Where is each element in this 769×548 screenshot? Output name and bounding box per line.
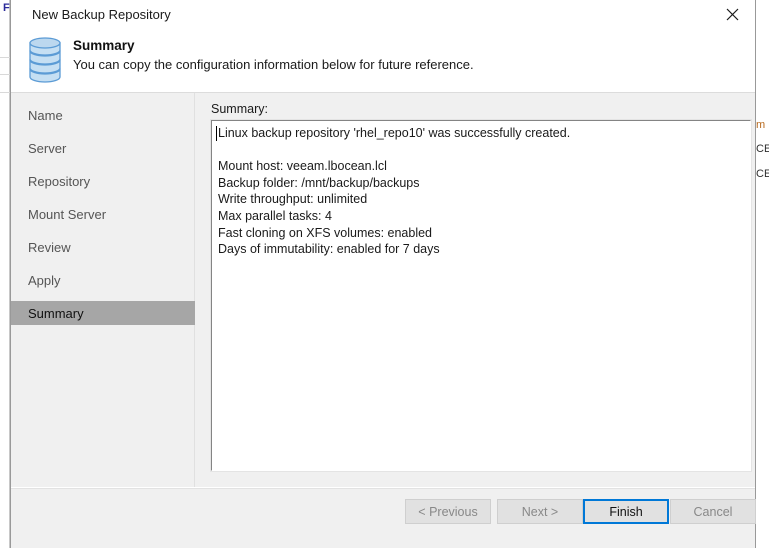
header-subtitle: You can copy the configuration informati… — [73, 57, 474, 72]
previous-button-label: < Previous — [418, 504, 478, 519]
background-left-rule-3 — [0, 92, 10, 93]
sidebar-item-repository[interactable]: Repository — [11, 169, 195, 193]
summary-textbox[interactable]: Linux backup repository 'rhel_repo10' wa… — [211, 120, 751, 471]
sidebar-item-label: Name — [28, 107, 63, 123]
background-right-fragment-3: CEA — [756, 168, 769, 180]
sidebar-item-summary[interactable]: Summary — [11, 301, 195, 325]
sidebar-item-server[interactable]: Server — [11, 136, 195, 160]
sidebar-item-label: Mount Server — [28, 206, 107, 222]
close-icon[interactable] — [710, 0, 755, 29]
header-title: Summary — [73, 38, 135, 53]
cancel-button[interactable]: Cancel — [670, 499, 756, 524]
background-left-rule-2 — [0, 74, 10, 75]
footer-separator — [11, 488, 755, 489]
sidebar-item-label: Review — [28, 239, 71, 255]
background-left-fragment: F — [3, 2, 10, 14]
background-right-fragment-1: m | — [756, 119, 769, 131]
next-button[interactable]: Next > — [497, 499, 583, 524]
summary-text: Linux backup repository 'rhel_repo10' wa… — [218, 126, 571, 257]
finish-button-label: Finish — [609, 504, 643, 519]
text-caret — [216, 126, 217, 141]
sidebar-item-name[interactable]: Name — [11, 103, 195, 127]
sidebar-item-label: Repository — [28, 173, 91, 189]
sidebar-item-label: Apply — [28, 272, 61, 288]
background-window-right-strip: m | CEA CEA — [756, 0, 769, 548]
sidebar-item-apply[interactable]: Apply — [11, 268, 195, 292]
cancel-button-label: Cancel — [693, 504, 733, 519]
previous-button[interactable]: < Previous — [405, 499, 491, 524]
sidebar-item-mount-server[interactable]: Mount Server — [11, 202, 195, 226]
sidebar-item-review[interactable]: Review — [11, 235, 195, 259]
dialog-header: Summary You can copy the configuration i… — [11, 30, 755, 93]
sidebar-item-label: Summary — [28, 305, 84, 321]
summary-label: Summary: — [211, 102, 268, 116]
next-button-label: Next > — [521, 504, 559, 519]
wizard-step-sidebar: Name Server Repository Mount Server Revi… — [11, 93, 195, 487]
background-left-rule-1 — [0, 57, 10, 58]
database-repository-icon — [19, 30, 71, 90]
wizard-content-pane: Summary: Linux backup repository 'rhel_r… — [196, 93, 755, 487]
dialog-title: New Backup Repository — [32, 7, 171, 22]
finish-button[interactable]: Finish — [583, 499, 669, 524]
desktop-background: F m | CEA CEA New Backup Repository — [0, 0, 769, 548]
background-window-left-strip: F — [0, 0, 10, 548]
background-right-fragment-2: CEA — [756, 143, 769, 155]
new-backup-repository-dialog: New Backup Repository Summary You can co… — [10, 0, 756, 548]
dialog-body: Name Server Repository Mount Server Revi… — [11, 93, 755, 487]
dialog-footer: < Previous Next > Finish Cancel — [11, 487, 756, 548]
sidebar-item-label: Server — [28, 140, 67, 156]
dialog-titlebar[interactable]: New Backup Repository — [11, 0, 755, 30]
